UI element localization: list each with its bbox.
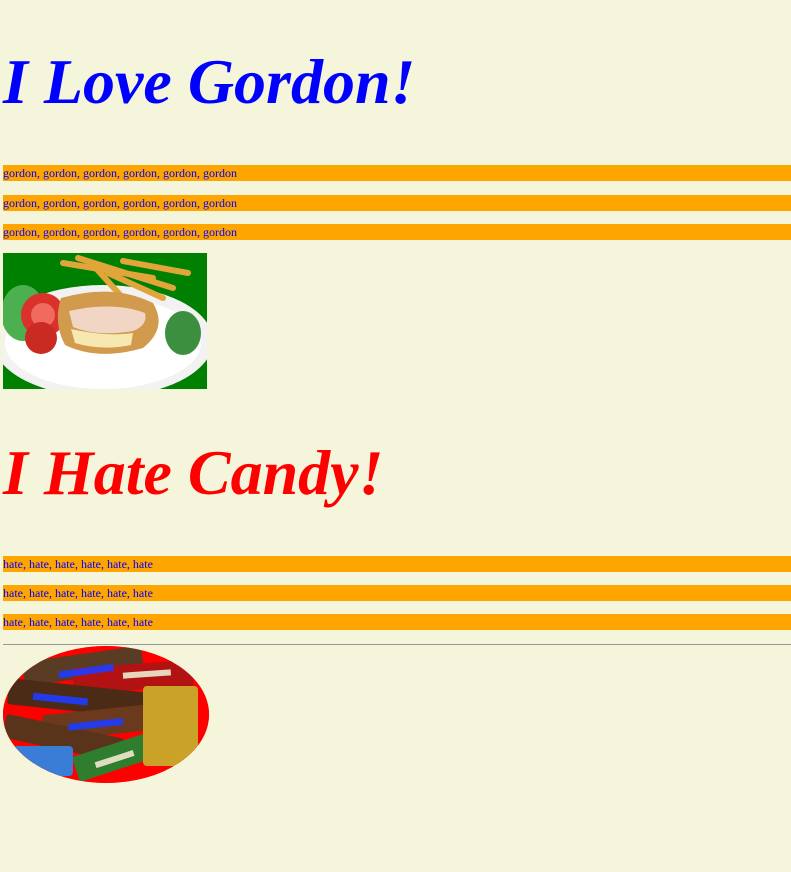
cutlet-filling [69,306,146,334]
gordon-line-2: gordon, gordon, gordon, gordon, gordon, … [3,195,791,211]
plate-illustration [3,255,207,389]
chicken-cordon-bleu-plate-image [3,253,207,389]
horizontal-rule [3,644,791,645]
gordon-line-1: gordon, gordon, gordon, gordon, gordon, … [3,165,791,181]
gordon-line-3: gordon, gordon, gordon, gordon, gordon, … [3,224,791,240]
hate-candy-heading: I Hate Candy! [3,437,384,508]
hate-line-3: hate, hate, hate, hate, hate, hate [3,614,791,630]
hate-line-2: hate, hate, hate, hate, hate, hate [3,585,791,601]
love-gordon-heading: I Love Gordon! [3,46,416,117]
candy-bars-image [3,646,209,783]
candy-illustration [3,646,209,783]
hate-line-1: hate, hate, hate, hate, hate, hate [3,556,791,572]
herbs [165,311,201,355]
tomato-slice-2 [25,322,57,354]
